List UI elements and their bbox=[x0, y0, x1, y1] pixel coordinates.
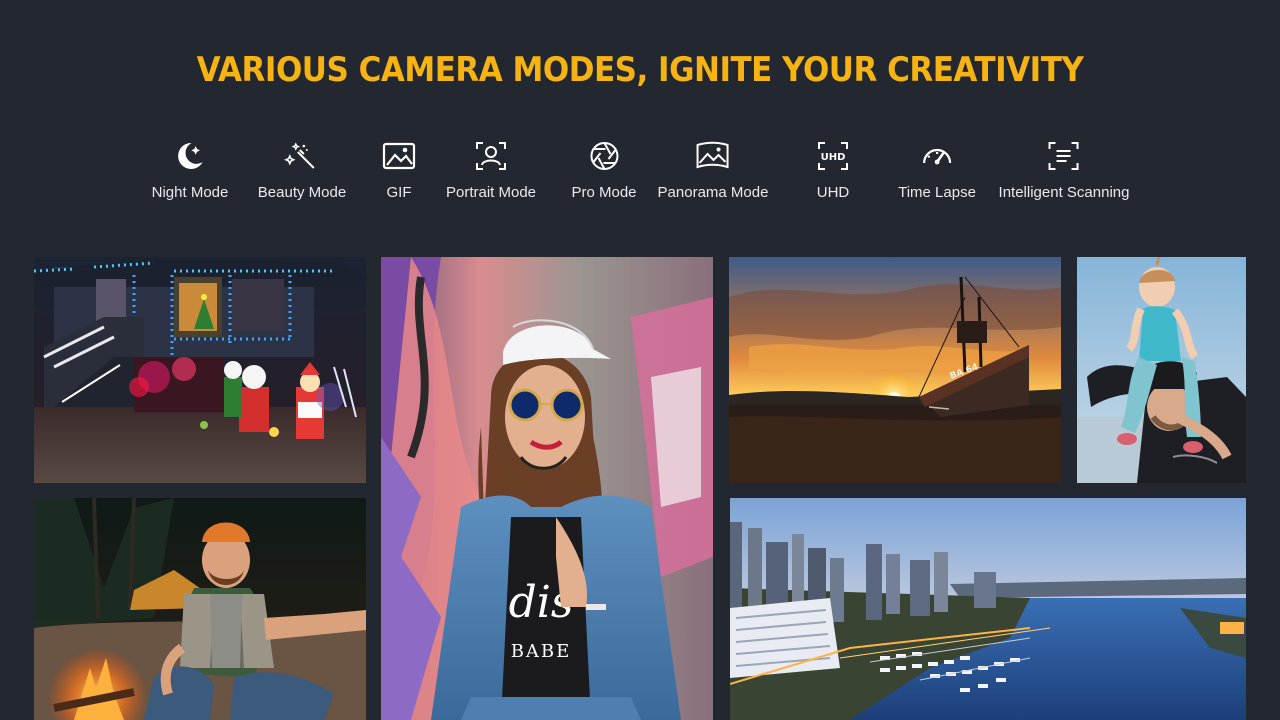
camera-modes-banner: VARIOUS CAMERA MODES, IGNITE YOUR CREATI… bbox=[0, 0, 1280, 720]
mode-time-lapse: Time Lapse bbox=[898, 136, 976, 208]
image-icon bbox=[379, 136, 419, 176]
photo-christmas-house bbox=[34, 257, 366, 483]
moon-star-icon bbox=[170, 136, 210, 176]
photo-father-child bbox=[1077, 257, 1246, 483]
photo-portrait-woman: dis BABE bbox=[381, 257, 713, 720]
photo-sunset-ship: BA 64 bbox=[729, 257, 1061, 483]
mode-label: UHD bbox=[816, 184, 850, 201]
svg-text:UHD: UHD bbox=[821, 152, 846, 163]
mode-label: Portrait Mode bbox=[445, 184, 537, 201]
mode-beauty: Beauty Mode bbox=[258, 136, 346, 208]
mode-intelligent-scanning: Intelligent Scanning bbox=[998, 136, 1130, 208]
mode-label: Pro Mode bbox=[571, 184, 637, 201]
speedometer-icon bbox=[917, 136, 957, 176]
mode-night: Night Mode bbox=[151, 136, 229, 208]
panorama-icon bbox=[693, 136, 733, 176]
mode-label: GIF bbox=[386, 184, 412, 201]
magic-wand-icon bbox=[282, 136, 322, 176]
mode-label: Night Mode bbox=[151, 184, 229, 201]
mode-portrait: Portrait Mode bbox=[446, 136, 536, 208]
mode-label: Intelligent Scanning bbox=[998, 184, 1130, 201]
photo-city-harbour bbox=[730, 498, 1246, 720]
uhd-icon: UHD bbox=[813, 136, 853, 176]
mode-label: Panorama Mode bbox=[657, 184, 769, 201]
photo-campfire-selfie bbox=[34, 498, 366, 720]
shirt-subtext: BABE bbox=[511, 641, 572, 662]
headline: VARIOUS CAMERA MODES, IGNITE YOUR CREATI… bbox=[196, 50, 1084, 90]
mode-pro: Pro Mode bbox=[571, 136, 637, 208]
mode-panorama: Panorama Mode bbox=[657, 136, 769, 208]
portrait-focus-icon bbox=[471, 136, 511, 176]
mode-gif: GIF bbox=[379, 136, 419, 208]
mode-label: Beauty Mode bbox=[257, 184, 347, 201]
document-scan-icon bbox=[1044, 136, 1084, 176]
mode-label: Time Lapse bbox=[898, 184, 976, 201]
mode-uhd: UHD UHD bbox=[813, 136, 853, 208]
aperture-icon bbox=[584, 136, 624, 176]
